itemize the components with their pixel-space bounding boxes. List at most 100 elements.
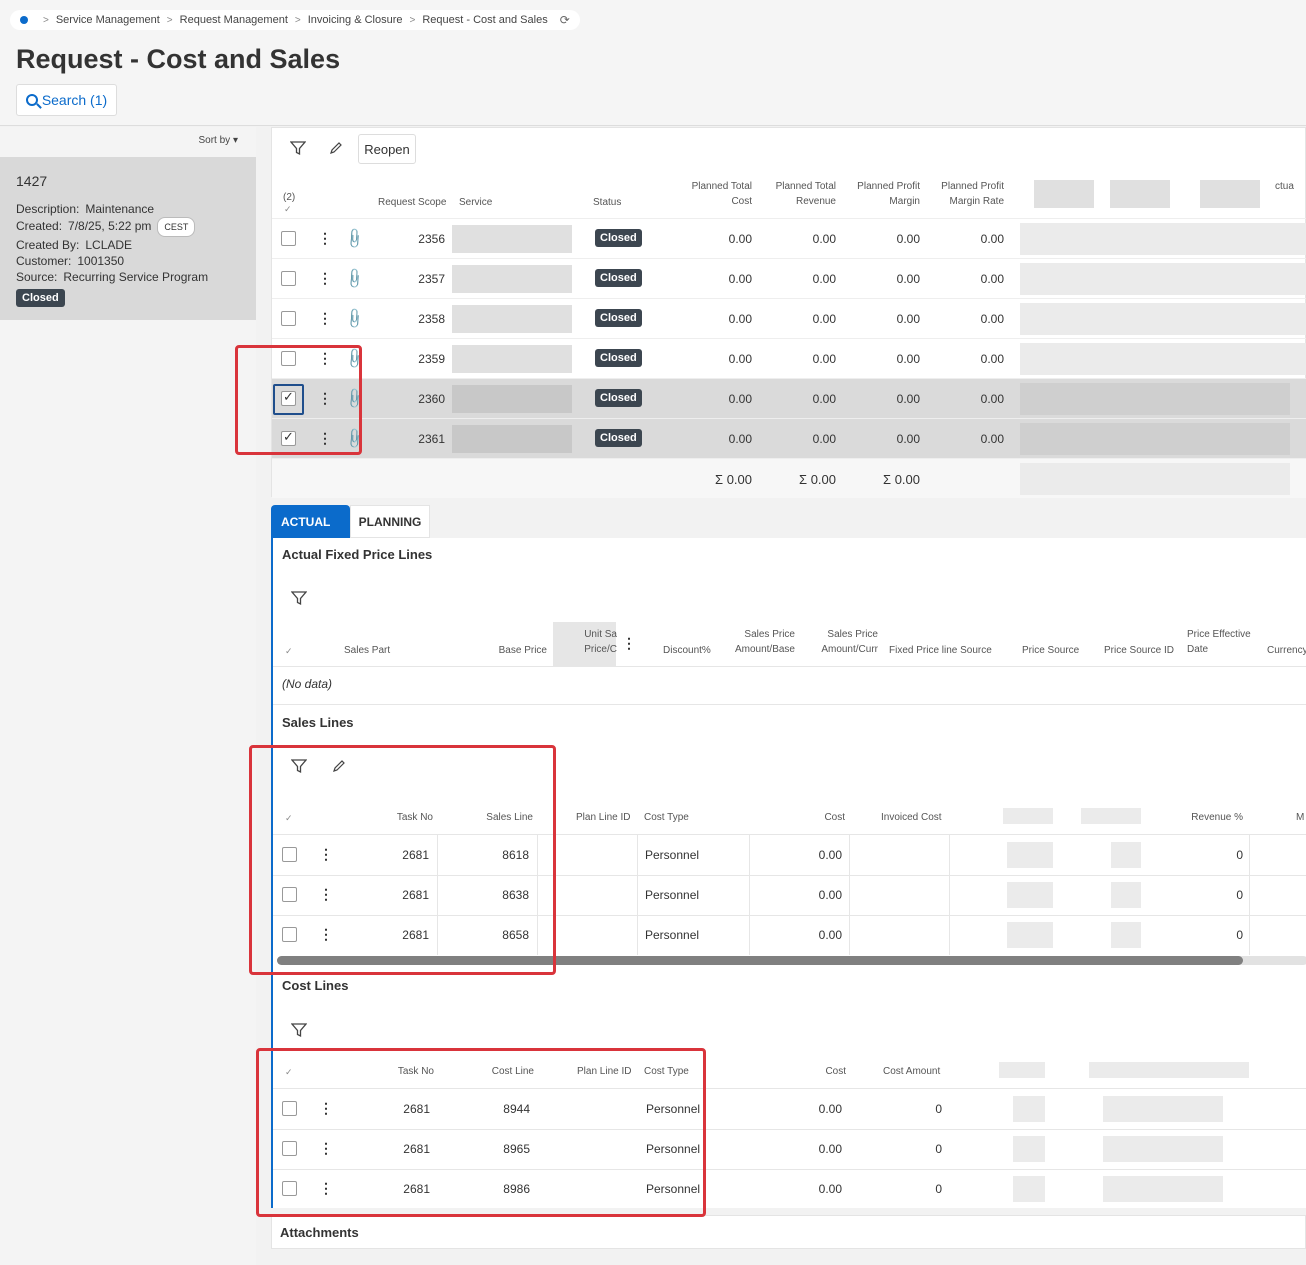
breadcrumb-item[interactable]: Request Management <box>180 14 288 26</box>
col-planned-total-revenue[interactable]: Planned Total Revenue <box>756 179 836 209</box>
chevron-right-icon: > <box>409 14 416 26</box>
planned-total-revenue-cell: 0.00 <box>812 312 836 326</box>
attachments-panel[interactable]: Attachments <box>271 1215 1306 1249</box>
home-icon[interactable] <box>20 16 28 24</box>
redacted-cells <box>1007 842 1053 868</box>
cost-type-cell: Personnel <box>645 848 700 862</box>
paperclip-icon[interactable]: 📎 <box>343 226 367 250</box>
reopen-button[interactable]: Reopen <box>358 134 416 164</box>
col-cost-type[interactable]: Cost Type <box>644 810 689 825</box>
col-actual-partial[interactable]: ctua <box>1275 179 1294 194</box>
table-row[interactable]: ⋮ 📎 2357 Closed 0.00 0.00 0.00 0.00 <box>272 258 1306 298</box>
sort-by-dropdown[interactable]: Sort by ▾ <box>199 135 239 146</box>
redacted-service <box>452 305 572 333</box>
col-planned-profit-margin-rate[interactable]: Planned Profit Margin Rate <box>924 179 1004 209</box>
planned-total-cost-cell: 0.00 <box>728 392 752 406</box>
breadcrumb-current: Request - Cost and Sales <box>422 14 548 26</box>
col-planned-total-cost[interactable]: Planned Total Cost <box>672 179 752 209</box>
row-checkbox[interactable] <box>281 231 296 246</box>
select-all-checkmark[interactable]: ✓ <box>285 646 293 657</box>
col-label: Margin <box>889 196 920 207</box>
kebab-menu-icon[interactable]: ⋮ <box>318 230 332 247</box>
col-price-source[interactable]: Price Source <box>1022 643 1079 658</box>
col-label: Planned Total <box>691 181 752 192</box>
request-scope-cell: 2358 <box>418 312 445 326</box>
redacted-cells <box>1111 922 1141 948</box>
col-price-source-id[interactable]: Price Source ID <box>1104 643 1174 658</box>
col-invoiced-cost[interactable]: Invoiced Cost <box>881 810 942 825</box>
planned-total-cost-cell: 0.00 <box>728 352 752 366</box>
description-label: Description: <box>16 202 80 216</box>
revenue-pct-cell: 0 <box>1236 848 1243 862</box>
kebab-menu-icon[interactable]: ⋮ <box>318 310 332 327</box>
table-row[interactable]: ⋮ 📎 2356 Closed 0.00 0.00 0.00 0.00 <box>272 218 1306 258</box>
section-title: Actual Fixed Price Lines <box>282 547 433 562</box>
tab-actual[interactable]: ACTUAL <box>271 505 350 538</box>
redacted-cells <box>1020 383 1290 415</box>
col-label: Amount/Curr <box>821 644 878 655</box>
filter-icon[interactable] <box>290 590 308 611</box>
col-cost-amount[interactable]: Cost Amount <box>883 1064 940 1079</box>
col-label: Planned Total <box>775 181 836 192</box>
col-cost[interactable]: Cost <box>783 1064 846 1079</box>
select-all-checkmark[interactable]: ✓ <box>284 204 292 215</box>
col-sales-part[interactable]: Sales Part <box>344 643 390 658</box>
col-sales-price-amount-curr[interactable]: Sales Price Amount/Curr <box>802 627 878 657</box>
planned-total-revenue-cell: 0.00 <box>812 352 836 366</box>
created-label: Created: <box>16 219 63 233</box>
record-card[interactable]: 1427 Description: Maintenance Created: 7/8… <box>0 157 256 320</box>
section-title: Cost Lines <box>282 978 349 993</box>
paperclip-icon[interactable]: 📎 <box>343 306 367 330</box>
table-row[interactable]: ⋮ 📎 2358 Closed 0.00 0.00 0.00 0.00 <box>272 298 1306 338</box>
redacted-cells <box>1013 1136 1045 1162</box>
filter-icon[interactable] <box>289 140 307 161</box>
column-divider <box>1249 835 1250 955</box>
col-base-price[interactable]: Base Price <box>473 643 547 658</box>
col-unit-sales-price[interactable]: Unit Sa Price/C <box>557 627 617 657</box>
redacted-service <box>452 345 572 373</box>
column-menu-icon[interactable]: ⋮ <box>622 635 636 652</box>
planned-total-revenue-cell: 0.00 <box>812 432 836 446</box>
row-checkbox[interactable] <box>281 271 296 286</box>
col-cost[interactable]: Cost <box>783 810 845 825</box>
breadcrumb-item[interactable]: Service Management <box>56 14 160 26</box>
col-service[interactable]: Service <box>459 195 492 210</box>
col-m-partial[interactable]: M <box>1296 810 1304 825</box>
record-list-panel: Sort by ▾ 1427 Description: Maintenance C… <box>0 127 256 1265</box>
search-button[interactable]: Search (1) <box>16 84 117 116</box>
row-checkbox[interactable] <box>281 311 296 326</box>
table-row-selected[interactable]: ⋮ 📎 2360 Closed 0.00 0.00 0.00 0.00 <box>272 378 1306 418</box>
col-revenue-pct[interactable]: Revenue % <box>1173 810 1243 825</box>
column-divider <box>637 835 638 955</box>
created-row: Created: 7/8/25, 5:22 pm CEST <box>16 217 240 237</box>
col-plan-line-id[interactable]: Plan Line ID <box>576 810 630 825</box>
redacted-cells <box>1020 343 1306 375</box>
description-value: Maintenance <box>85 202 155 216</box>
col-currency[interactable]: Currency <box>1267 643 1306 658</box>
filter-icon[interactable] <box>290 1022 308 1043</box>
edit-icon[interactable] <box>328 140 344 161</box>
refresh-icon[interactable]: ⟳ <box>560 13 570 27</box>
table-row[interactable]: ⋮ 📎 2359 Closed 0.00 0.00 0.00 0.00 <box>272 338 1306 378</box>
kebab-menu-icon[interactable]: ⋮ <box>318 270 332 287</box>
paperclip-icon[interactable]: 📎 <box>343 266 367 290</box>
col-label: Price/C <box>584 644 617 655</box>
redacted-cells <box>1111 842 1141 868</box>
col-price-effective-date[interactable]: Price Effective Date <box>1187 627 1251 657</box>
col-fixed-price-line-source[interactable]: Fixed Price line Source <box>889 643 992 658</box>
divider <box>273 666 1306 667</box>
planned-profit-margin-rate-cell: 0.00 <box>980 392 1004 406</box>
col-request-scope[interactable]: Request Scope <box>378 195 446 210</box>
tab-planning[interactable]: PLANNING <box>350 505 430 538</box>
col-status[interactable]: Status <box>593 195 621 210</box>
col-sales-price-amount-base[interactable]: Sales Price Amount/Base <box>719 627 795 657</box>
tab-bar: ACTUAL PLANNING <box>271 505 430 538</box>
cost-type-cell: Personnel <box>645 928 700 942</box>
breadcrumb-item[interactable]: Invoicing & Closure <box>308 14 403 26</box>
table-row-selected[interactable]: ⋮ 📎 2361 Closed 0.00 0.00 0.00 0.00 <box>272 418 1306 458</box>
col-planned-profit-margin[interactable]: Planned Profit Margin <box>840 179 920 209</box>
col-discount[interactable]: Discount% <box>663 643 711 658</box>
redacted-header <box>1003 808 1053 824</box>
cost-cell: 0.00 <box>818 888 842 902</box>
column-divider <box>749 835 750 955</box>
